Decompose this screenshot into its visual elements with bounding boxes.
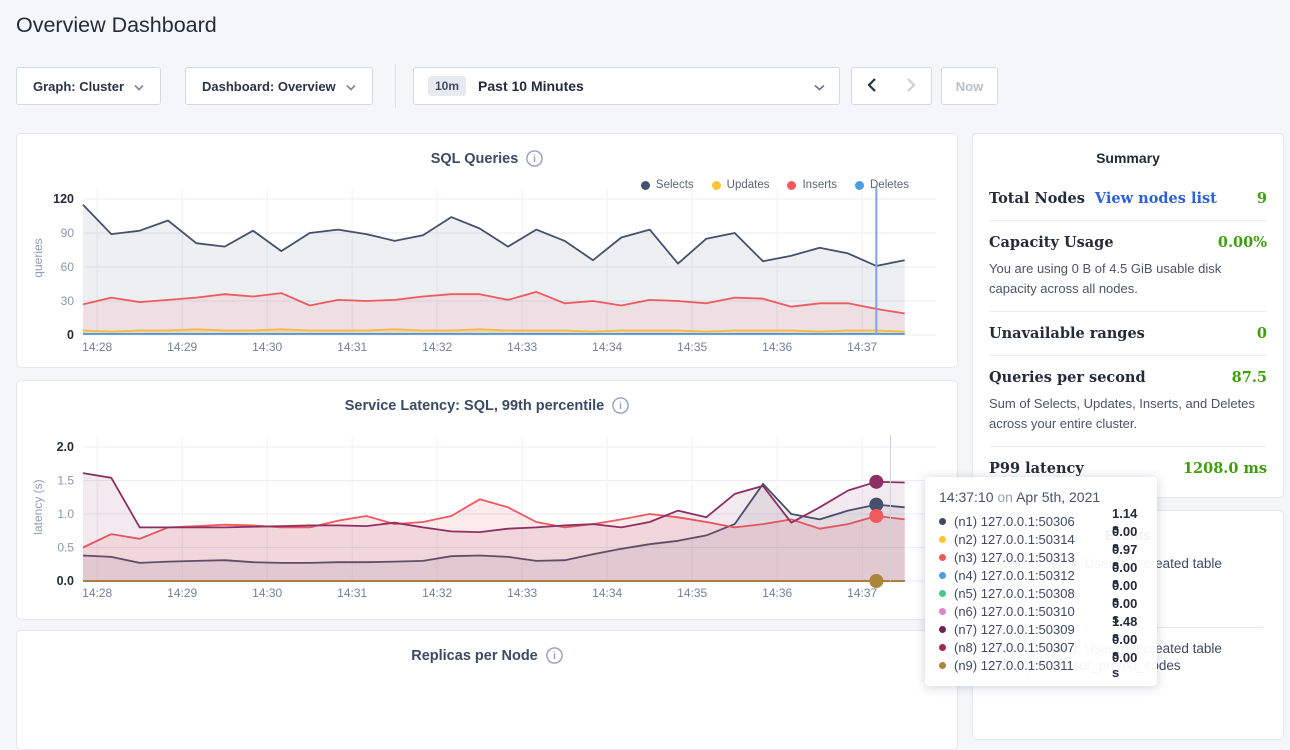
summary-row-value: 9 [1257,190,1267,207]
svg-text:14:32: 14:32 [422,340,452,354]
node-color-dot [939,590,946,597]
svg-text:0: 0 [67,328,74,342]
summary-row-description: You are using 0 B of 4.5 GiB usable disk… [989,259,1267,298]
tooltip-timestamp: 14:37:10 on Apr 5th, 2021 [939,489,1143,505]
summary-panel: Summary Total Nodes View nodes list 9 Capac… [972,133,1284,498]
summary-row-label: Queries per second [989,369,1146,386]
summary-heading: Summary [973,150,1283,166]
svg-text:14:36: 14:36 [762,586,792,600]
svg-text:0.5: 0.5 [57,541,74,555]
svg-text:14:33: 14:33 [507,340,537,354]
tooltip-node-row: (n9) 127.0.0.1:503110.00 s [939,656,1143,674]
chevron-down-icon [814,79,825,94]
node-color-dot [939,662,946,669]
sql-queries-chart[interactable]: 0 30 60 90 120 14:28 14:29 14:30 14:31 14:32 14:33… [17,134,957,367]
node-address: (n2) 127.0.0.1:50314 [954,532,1104,547]
node-latency-value: 0.00 s [1112,650,1143,680]
svg-text:14:36: 14:36 [762,340,792,354]
svg-text:14:31: 14:31 [337,586,367,600]
svg-text:14:37: 14:37 [847,340,877,354]
node-address: (n9) 127.0.0.1:50311 [954,658,1104,673]
svg-text:0.0: 0.0 [57,574,74,588]
summary-row: Capacity Usage 0.00% You are using 0 B of … [989,220,1267,311]
svg-text:1.0: 1.0 [57,507,74,521]
summary-row-label: Total Nodes [989,190,1085,207]
service-latency-card: Service Latency: SQL, 99th percentile i … [16,380,958,620]
dashboard-dropdown[interactable]: Dashboard: Overview [185,67,373,105]
now-button[interactable]: Now [941,67,998,105]
svg-text:14:30: 14:30 [252,586,282,600]
chevron-right-icon [905,77,917,96]
summary-row: Total Nodes View nodes list 9 [989,172,1267,220]
page-title: Overview Dashboard [16,13,217,38]
graph-dropdown[interactable]: Graph: Cluster [16,67,161,105]
summary-row-value: 0.00% [1218,234,1267,251]
node-address: (n5) 127.0.0.1:50308 [954,586,1104,601]
node-color-dot [939,554,946,561]
summary-row: Unavailable ranges 0 [989,311,1267,355]
svg-text:14:35: 14:35 [677,586,707,600]
summary-row-value: 87.5 [1232,369,1267,386]
node-address: (n6) 127.0.0.1:50310 [954,604,1104,619]
controls-divider [395,64,396,108]
node-address: (n4) 127.0.0.1:50312 [954,568,1104,583]
summary-row-value: 0 [1257,325,1267,342]
view-nodes-list-link[interactable]: View nodes list [1095,190,1217,207]
summary-row: Queries per second 87.5 Sum of Selects, Up… [989,355,1267,446]
svg-text:14:33: 14:33 [507,586,537,600]
chevron-down-icon [346,79,356,94]
summary-row-description: Sum of Selects, Updates, Inserts, and De… [989,394,1267,433]
summary-row-label: P99 latency [989,460,1084,477]
svg-text:2.0: 2.0 [57,440,74,454]
replicas-per-node-card: Replicas per Node i [16,630,958,750]
svg-text:14:35: 14:35 [677,340,707,354]
replicas-per-node-title: Replicas per Node [411,648,538,664]
svg-text:14:32: 14:32 [422,586,452,600]
sql-queries-card: SQL Queries i SelectsUpdatesInsertsDelet… [16,133,958,368]
node-color-dot [939,572,946,579]
time-next-button[interactable] [891,67,932,105]
svg-text:14:29: 14:29 [167,340,197,354]
info-icon[interactable]: i [546,647,563,664]
node-color-dot [939,626,946,633]
svg-text:14:30: 14:30 [252,340,282,354]
svg-text:14:28: 14:28 [82,340,112,354]
time-prev-button[interactable] [851,67,892,105]
node-address: (n8) 127.0.0.1:50307 [954,640,1104,655]
time-range-picker[interactable]: 10m Past 10 Minutes [413,67,840,105]
chart-hover-tooltip: 14:37:10 on Apr 5th, 2021 (n1) 127.0.0.1… [925,477,1157,686]
graph-dropdown-label: Graph: Cluster [33,79,124,94]
svg-text:i: i [553,651,556,662]
node-address: (n3) 127.0.0.1:50313 [954,550,1104,565]
svg-text:14:34: 14:34 [592,586,622,600]
svg-text:14:37: 14:37 [847,586,877,600]
node-address: (n1) 127.0.0.1:50306 [954,514,1104,529]
node-address: (n7) 127.0.0.1:50309 [954,622,1104,637]
time-range-label: Past 10 Minutes [478,78,802,94]
chevron-down-icon [134,79,144,94]
svg-text:1.5: 1.5 [57,474,74,488]
node-color-dot [939,518,946,525]
svg-text:90: 90 [61,226,75,240]
svg-text:120: 120 [53,192,74,206]
svg-text:14:34: 14:34 [592,340,622,354]
svg-text:14:29: 14:29 [167,586,197,600]
summary-row-label: Unavailable ranges [989,325,1145,342]
svg-text:60: 60 [61,260,75,274]
node-color-dot [939,536,946,543]
node-color-dot [939,644,946,651]
svg-text:14:28: 14:28 [82,586,112,600]
svg-text:14:31: 14:31 [337,340,367,354]
service-latency-chart[interactable]: 0.0 0.5 1.0 1.5 2.0 14:28 14:29 14:30 14:31 14:32… [17,381,957,619]
summary-row-label: Capacity Usage [989,234,1114,251]
summary-row-value: 1208.0 ms [1183,460,1267,477]
dashboard-dropdown-label: Dashboard: Overview [202,79,336,94]
svg-text:30: 30 [61,294,75,308]
node-color-dot [939,608,946,615]
chevron-left-icon [866,77,878,96]
time-range-badge: 10m [428,76,466,96]
